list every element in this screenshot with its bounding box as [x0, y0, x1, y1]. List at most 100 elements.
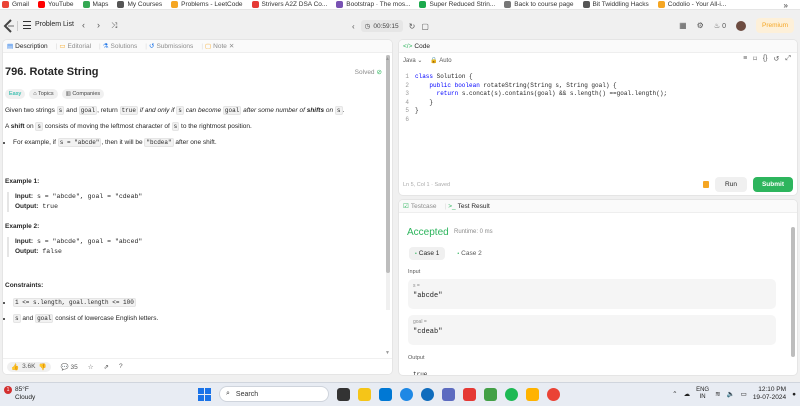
topics-chip[interactable]: ⌂ Topics — [29, 89, 58, 99]
scroll-down-icon[interactable]: ▼ — [385, 350, 390, 356]
zoom-icon[interactable] — [442, 387, 455, 401]
thumbs-down-icon[interactable]: 👎 — [38, 363, 46, 371]
bookmark-item[interactable]: My Courses — [117, 1, 162, 8]
app-icon-green[interactable] — [484, 387, 497, 401]
leetcode-logo-icon[interactable] — [3, 19, 15, 33]
tab-test-result[interactable]: | >_ Test Result — [444, 203, 489, 210]
cloud-icon[interactable]: ☁ — [684, 390, 691, 398]
comment-count: 35 — [70, 363, 78, 371]
difficulty-badge[interactable]: Easy — [5, 89, 26, 99]
vscode-icon[interactable] — [379, 387, 392, 401]
code-rest: } — [415, 107, 419, 114]
line-number: 2 — [405, 81, 409, 89]
output-section-label: Output — [408, 355, 425, 361]
timer-back-icon[interactable]: ‹ — [352, 22, 355, 31]
format-icon[interactable]: ≡ — [743, 55, 747, 63]
bookmark-item[interactable]: Back to course page — [504, 1, 574, 8]
language-select[interactable]: Java ⌄ — [403, 57, 422, 64]
bookmark-item[interactable]: YouTube — [37, 1, 74, 8]
notification-icon[interactable]: ● — [792, 391, 796, 398]
bookmark-item[interactable]: Super Reduced Strin... — [419, 1, 495, 8]
test-panel: ☑ Testcase | >_ Test Result Accepted Runtim… — [398, 199, 798, 376]
avatar[interactable] — [735, 20, 746, 31]
problem-list-link[interactable]: Problem List — [35, 21, 74, 28]
test-scrollbar[interactable] — [791, 215, 795, 365]
bookmark-item[interactable]: Maps — [82, 1, 108, 8]
chrome-icon[interactable] — [547, 387, 560, 401]
scroll-up-icon[interactable]: ▲ — [385, 56, 390, 62]
code-line: 1 class Solution { — [399, 73, 797, 82]
tab-solutions[interactable]: | ⚗ Solutions — [99, 42, 137, 51]
code-text: } — [415, 107, 419, 116]
share-icon[interactable]: ⇗ — [104, 363, 109, 371]
braces-icon[interactable]: {} — [763, 55, 768, 63]
bookmark-item[interactable]: Bootstrap · The mos... — [336, 1, 410, 8]
notes-icon[interactable] — [703, 181, 710, 188]
app-icon-red[interactable] — [463, 387, 476, 401]
battery-icon[interactable]: ▭ — [741, 390, 747, 398]
windows-start-icon[interactable] — [198, 387, 211, 401]
comments-button[interactable]: 💬 35 — [61, 363, 78, 371]
expand-icon[interactable]: ⤢ — [785, 55, 791, 63]
prev-problem-icon[interactable]: ‹ — [82, 20, 85, 30]
streak[interactable]: ♨ 0 — [714, 22, 726, 30]
case-1-tab[interactable]: • Case 1 — [409, 247, 446, 260]
scrollbar-thumb[interactable] — [386, 55, 390, 273]
case-2-tab[interactable]: • Case 2 — [451, 247, 487, 260]
description-scrollbar[interactable] — [386, 55, 390, 310]
tab-code[interactable]: </> Code — [403, 43, 430, 50]
line-number: 6 — [405, 115, 409, 123]
help-icon[interactable]: ? — [119, 363, 123, 370]
next-problem-icon[interactable]: › — [97, 20, 100, 30]
edge-icon[interactable] — [400, 387, 413, 401]
more-bookmarks-icon[interactable]: » — [784, 1, 788, 10]
layout-icon[interactable]: ▦ — [679, 21, 687, 30]
weather-widget[interactable]: 1 85°F Cloudy — [4, 386, 35, 402]
code-icon: </> — [403, 42, 413, 50]
bookmark-icon[interactable]: ⌑ — [753, 55, 757, 63]
like-button[interactable]: 👍 3.6K 👎 — [7, 361, 51, 372]
chevron-up-icon[interactable]: ⌃ — [672, 390, 677, 398]
reset-icon[interactable]: ↺ — [774, 55, 780, 63]
run-button[interactable]: Run — [715, 177, 747, 192]
language-indicator[interactable]: ENG IN — [696, 387, 709, 401]
problem-list-icon[interactable] — [23, 21, 31, 29]
volume-icon[interactable]: 🔈 — [727, 390, 735, 398]
premium-button[interactable]: Premium — [755, 18, 794, 33]
tab-note[interactable]: | ▢ Note ✕ — [201, 42, 234, 51]
bookmark-item[interactable]: Bit Twiddling Hacks — [582, 1, 649, 8]
shuffle-icon[interactable]: ⤨ — [111, 21, 117, 31]
bookmark-item[interactable]: Codolio - Your All-i... — [657, 1, 726, 8]
bookmark-item[interactable]: Problems - LeetCode — [171, 1, 243, 8]
clock[interactable]: 12:10 PM 19-07-2024 — [753, 386, 786, 402]
bookmark-item[interactable]: Gmail — [2, 1, 29, 8]
tag-icon: ⌂ — [33, 91, 37, 97]
pass-dot-icon: • — [415, 250, 417, 257]
tab-testcase-label: Testcase — [410, 202, 437, 210]
taskbar-search[interactable]: ⌕ Search — [219, 386, 329, 402]
tab-testcase[interactable]: ☑ Testcase — [403, 202, 437, 211]
tab-description[interactable]: ▤ Description — [7, 42, 48, 51]
file-explorer-icon[interactable] — [358, 387, 371, 401]
browser-icon[interactable] — [421, 387, 434, 401]
example-2-block: Input: s = "abcde", goal = "abced" Outpu… — [7, 237, 385, 257]
bookmark-item[interactable]: Strivers A2Z DSA Co... — [251, 1, 327, 8]
scrollbar-thumb[interactable] — [791, 227, 795, 357]
settings-icon[interactable]: ⚙ — [697, 21, 704, 30]
auto-mode[interactable]: 🔒 Auto — [430, 57, 451, 64]
tab-editorial[interactable]: | ▭ Editorial — [56, 42, 91, 51]
tab-submissions[interactable]: | ↺ Submissions — [145, 42, 193, 51]
reset-timer-icon[interactable]: ↻ — [409, 22, 416, 31]
task-view-icon[interactable] — [337, 387, 350, 401]
timer[interactable]: ◷ 00:59:15 — [360, 20, 403, 32]
app-icon-yellow[interactable] — [526, 387, 539, 401]
submit-button[interactable]: Submit — [752, 177, 793, 192]
note-icon[interactable]: ▢ — [421, 22, 429, 31]
companies-chip[interactable]: ▥ Companies — [61, 89, 105, 99]
close-icon[interactable]: ✕ — [229, 42, 234, 50]
star-icon[interactable]: ☆ — [88, 363, 94, 371]
code-editor[interactable]: 1 class Solution {2 public boolean rotate… — [399, 73, 797, 124]
wifi-icon[interactable]: ≋ — [715, 390, 720, 398]
spotify-icon[interactable] — [505, 387, 518, 401]
inline-code: s — [176, 106, 184, 115]
